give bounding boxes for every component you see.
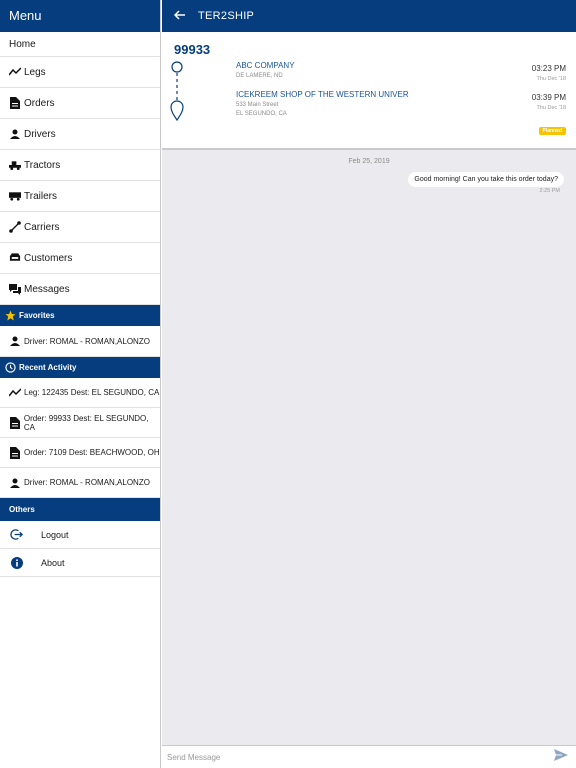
clock-icon [4, 362, 16, 374]
sidebar-item-drivers[interactable]: Drivers [0, 119, 160, 150]
trend-icon [9, 387, 21, 399]
stop-time: 03:39 PM [531, 93, 566, 102]
sidebar-item-carriers[interactable]: Carriers [0, 212, 160, 243]
message-bubble: Good morning! Can you take this order to… [408, 172, 564, 187]
star-icon [4, 310, 16, 322]
message-time: 2:25 PM [539, 188, 560, 194]
sidebar-item-trailers[interactable]: Trailers [0, 181, 160, 212]
chat-icon [9, 283, 21, 295]
sidebar-item-tractors[interactable]: Tractors [0, 150, 160, 181]
page-title: TER2SHIP [198, 10, 255, 22]
about-label: About [41, 557, 65, 568]
recent-item[interactable]: Order: 99933 Dest: EL SEGUNDO, CA [0, 408, 160, 438]
favorites-header: Favorites [0, 305, 160, 326]
sidebar-item-label: Orders [24, 97, 55, 109]
sidebar-item-customers[interactable]: Customers [0, 243, 160, 274]
stop-name: ICEKREEM SHOP OF THE WESTERN UNIVER [236, 90, 409, 99]
favorites-title: Favorites [19, 311, 55, 320]
stop-timeline [170, 61, 184, 122]
stop-date: Thu Dec '18 [536, 76, 566, 82]
others-header: Others [0, 498, 160, 521]
stop-name: ABC COMPANY [236, 61, 295, 70]
recent-item[interactable]: Leg: 122435 Dest: EL SEGUNDO, CA [0, 378, 160, 408]
logout-icon [10, 528, 23, 541]
sidebar-item-orders[interactable]: Orders [0, 88, 160, 119]
person-icon [9, 477, 21, 489]
about-button[interactable]: About [0, 549, 160, 577]
stop-city: EL SEGUNDO, CA [236, 111, 287, 117]
sidebar-item-label: Drivers [24, 128, 56, 140]
send-button[interactable] [546, 746, 576, 768]
favorite-item-label: Driver: ROMAL - ROMAN,ALONZO [24, 336, 150, 346]
recent-item-label: Order: 99933 Dest: EL SEGUNDO, CA [23, 413, 149, 432]
status-badge: Planned [538, 127, 566, 135]
recent-item-label: Leg: 122435 Dest: EL SEGUNDO, CA [24, 388, 160, 397]
stop-time: 03:23 PM [531, 64, 566, 73]
message-input[interactable] [162, 752, 546, 762]
sidebar-item-label: Messages [24, 283, 70, 295]
person-icon [9, 128, 21, 140]
top-bar: TER2SHIP [162, 0, 576, 32]
destination-pin-icon [170, 100, 184, 122]
document-icon [9, 416, 21, 429]
recent-item[interactable]: Order: 7109 Dest: BEACHWOOD, OH [0, 438, 160, 468]
document-icon [9, 446, 21, 459]
logout-button[interactable]: Logout [0, 521, 160, 549]
stop-address: 533 Main Street [236, 102, 279, 108]
order-number: 99933 [174, 42, 211, 57]
stop-address: DE LAMERE, ND [236, 73, 283, 79]
recent-item-label: Driver: ROMAL - ROMAN,ALONZO [24, 478, 150, 487]
sidebar-item-label: Trailers [24, 190, 57, 202]
arrow-left-icon [173, 7, 186, 25]
info-icon [10, 556, 23, 569]
origin-circle-icon [171, 61, 183, 73]
sidebar-item-label: Customers [24, 252, 73, 264]
sidebar-item-messages[interactable]: Messages [0, 274, 160, 305]
customers-icon [9, 252, 21, 264]
send-icon [554, 748, 568, 766]
person-icon [9, 335, 21, 347]
logout-label: Logout [41, 529, 69, 540]
menu-title: Menu [0, 0, 160, 32]
document-icon [9, 97, 21, 109]
sidebar-item-label: Legs [24, 66, 46, 78]
sidebar-item-home[interactable]: Home [0, 32, 160, 57]
favorite-item[interactable]: Driver: ROMAL - ROMAN,ALONZO [0, 326, 160, 357]
sidebar-item-legs[interactable]: Legs [0, 57, 160, 88]
recent-activity-header: Recent Activity [0, 357, 160, 378]
recent-activity-title: Recent Activity [19, 363, 77, 372]
tractor-icon [9, 159, 21, 171]
recent-item-label: Order: 7109 Dest: BEACHWOOD, OH [24, 448, 160, 457]
main-panel: TER2SHIP 99933 ABC COMPANY DE LAMERE, ND… [162, 0, 576, 768]
compose-bar [162, 745, 576, 768]
stop-date: Thu Dec '18 [536, 105, 566, 111]
sidebar-item-label: Carriers [24, 221, 60, 233]
sidebar-item-label: Tractors [24, 159, 61, 171]
sidebar: Menu Home Legs Orders Drivers Tractors T… [0, 0, 161, 768]
recent-item[interactable]: Driver: ROMAL - ROMAN,ALONZO [0, 468, 160, 498]
back-button[interactable] [162, 0, 198, 32]
trailer-icon [9, 190, 21, 202]
trend-icon [9, 66, 21, 78]
message-list[interactable]: Feb 25, 2019 Good morning! Can you take … [162, 150, 576, 744]
message-date: Feb 25, 2019 [348, 158, 390, 165]
order-card[interactable]: 99933 ABC COMPANY DE LAMERE, ND 03:23 PM… [162, 32, 576, 150]
route-icon [9, 221, 21, 233]
